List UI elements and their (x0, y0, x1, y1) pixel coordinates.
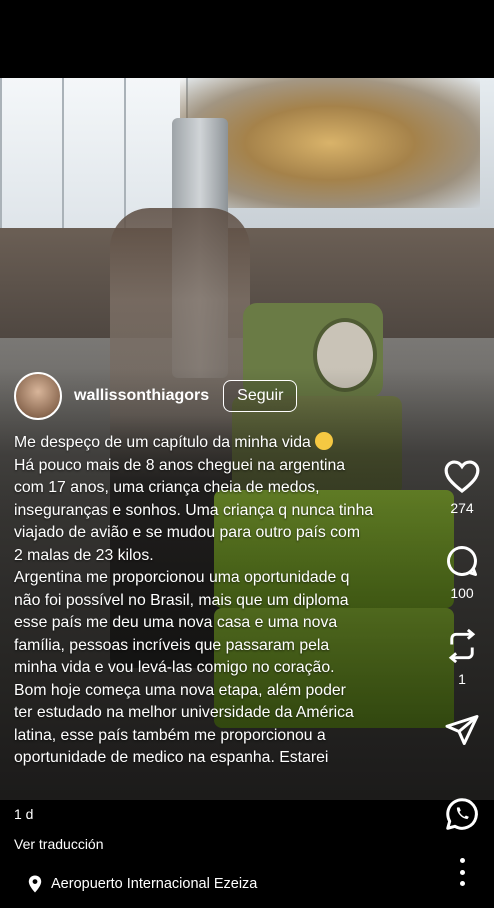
location-tag[interactable]: Aeropuerto Internacional Ezeiza (28, 875, 257, 893)
caption-line: Há pouco mais de 8 anos cheguei na argen… (14, 456, 346, 474)
caption-line: minha vida e vou levá-las comigo no cora… (14, 659, 335, 676)
more-dot (460, 869, 465, 875)
caption-line: não foi possível no Brasil, mais que um … (14, 591, 349, 609)
caption-line: esse país me deu uma nova casa e uma nov… (14, 614, 338, 631)
more-dot (460, 858, 465, 863)
caption-line: inseguranças e sonhos. Uma criança q nun… (14, 501, 374, 519)
comment-action[interactable]: 100 (440, 543, 484, 601)
location-pin-icon (28, 875, 42, 893)
post-header: wallissonthiagors Seguir (14, 371, 298, 421)
comment-count: 100 (450, 585, 474, 601)
comment-icon[interactable] (444, 543, 480, 579)
caption-line: latina, esse país também me proporcionou… (14, 726, 326, 744)
post-time: 1 d (14, 806, 34, 822)
caption-line: família, pessoas incríveis que passaram … (14, 636, 330, 654)
repost-count: 1 (458, 671, 466, 687)
avatar[interactable] (14, 372, 62, 420)
caption-line: ter estudado na melhor universidade da A… (14, 704, 354, 721)
caption-line: 2 malas de 23 kilos. (14, 546, 154, 564)
caption-line: viajado de avião e se mudou para outro p… (14, 524, 360, 541)
heart-icon[interactable] (443, 458, 481, 494)
post-caption[interactable]: Me despeço de um capítulo da minha vida … (14, 432, 434, 770)
whatsapp-action[interactable] (440, 796, 484, 832)
smile-emoji-icon (315, 432, 334, 450)
repost-icon[interactable] (444, 627, 480, 665)
username[interactable]: wallissonthiagors (74, 387, 209, 405)
translate-link[interactable]: Ver traducción (14, 836, 104, 852)
repost-action[interactable]: 1 (440, 627, 484, 687)
location-name: Aeropuerto Internacional Ezeiza (51, 876, 258, 892)
caption-line: Argentina me proporcionou uma oportunida… (14, 569, 350, 586)
like-count: 274 (450, 500, 474, 516)
caption-line: Bom hoje começa uma nova etapa, além pod… (14, 681, 346, 699)
more-options-icon[interactable] (460, 858, 468, 886)
caption-line: Me despeço de um capítulo da minha vida (14, 432, 434, 455)
follow-button[interactable]: Seguir (223, 380, 298, 412)
caption-line: com 17 anos, uma criança cheia de medos, (14, 479, 320, 496)
caption-line: oportunidade de medico na espanha. Estar… (14, 749, 329, 766)
like-action[interactable]: 274 (440, 458, 484, 516)
whatsapp-icon[interactable] (444, 796, 480, 832)
share-icon[interactable] (444, 712, 480, 748)
more-dot (460, 881, 465, 886)
share-action[interactable] (440, 712, 484, 748)
photo-window (62, 78, 126, 228)
photo-window (0, 78, 64, 228)
